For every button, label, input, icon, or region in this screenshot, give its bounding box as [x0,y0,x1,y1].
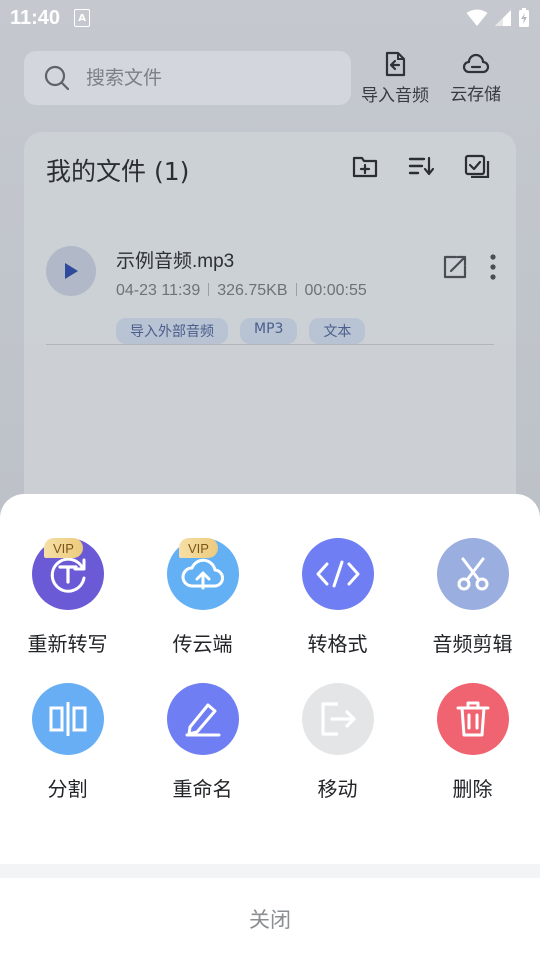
file-actions [442,254,496,280]
file-date: 04-23 11:39 [116,282,201,299]
option-label: 重命名 [172,777,233,801]
status-bar: 11:40 A [0,0,540,36]
option-retranscribe[interactable]: VIP 重新转写 [0,538,135,657]
file-meta: 04-23 11:39 326.75KB 00:00:55 [116,282,367,300]
file-tag: 文本 [309,318,366,344]
move-icon [320,702,356,736]
rename-circle [166,683,239,755]
option-label: 音频剪辑 [432,632,513,656]
file-name: 示例音频.mp3 [116,251,235,272]
close-button[interactable]: 关闭 [0,878,540,960]
cloud-upload-icon [181,558,224,590]
file-size: 326.75KB [217,282,288,299]
sort-icon[interactable] [408,154,434,178]
options-grid: VIP 重新转写 VIP 传云端 转格式 音频剪辑 分割 重命名 移动 删除 [0,538,540,802]
convert-format-circle [301,538,374,610]
divider [46,344,494,345]
option-convert-format[interactable]: 转格式 [270,538,405,657]
share-icon[interactable] [442,254,468,280]
option-label: 分割 [47,777,88,801]
notification-icon: A [74,9,91,27]
file-options-sheet: VIP 重新转写 VIP 传云端 转格式 音频剪辑 分割 重命名 移动 删除 关… [0,494,540,960]
cloud-icon [462,53,489,73]
option-audio-edit[interactable]: 音频剪辑 [405,538,540,657]
wifi-icon [466,9,488,26]
pencil-icon [185,703,220,737]
file-tags: 导入外部音频 MP3 文本 [116,318,366,344]
file-tag: MP3 [240,318,298,344]
option-label: 转格式 [307,632,368,656]
option-label: 删除 [452,777,493,801]
trash-icon [456,701,489,737]
my-files-card: 我的文件 (1) 示例音频.mp3 04-23 11:39 326.75KB 00:… [24,132,516,552]
battery-charging-icon [519,8,529,27]
split-circle [31,683,104,755]
search-box[interactable] [24,51,351,105]
option-split[interactable]: 分割 [0,683,135,802]
vip-badge: VIP [179,538,218,558]
more-icon[interactable] [490,254,496,280]
option-label: 移动 [317,777,358,801]
import-audio-button[interactable]: 导入音频 [355,51,436,106]
status-time: 11:40 [10,6,61,29]
import-audio-label: 导入音频 [361,85,430,106]
import-file-icon [385,51,406,76]
cloud-storage-label: 云存储 [450,84,502,105]
search-input[interactable] [84,66,308,90]
search-icon [44,65,70,91]
new-folder-icon[interactable] [352,154,378,178]
option-upload-cloud[interactable]: VIP 传云端 [135,538,270,657]
move-circle [301,683,374,755]
search-row: 导入音频 云存储 [24,50,516,106]
option-move[interactable]: 移动 [270,683,405,802]
option-delete[interactable]: 删除 [405,683,540,802]
file-tag: 导入外部音频 [116,318,228,344]
delete-circle [436,683,509,755]
option-label: 重新转写 [27,632,108,656]
code-icon [316,560,359,588]
card-toolbar [352,154,490,178]
audio-edit-circle [436,538,509,610]
play-icon [65,263,78,279]
signal-icon [495,10,511,26]
play-button[interactable] [46,246,96,296]
scissors-icon [457,557,488,591]
option-label: 传云端 [172,632,233,656]
sheet-separator [0,864,540,878]
cloud-storage-button[interactable]: 云存储 [435,52,516,105]
vip-badge: VIP [44,538,83,558]
split-icon [49,702,86,736]
file-duration: 00:00:55 [304,282,367,299]
my-files-title: 我的文件 (1) [46,157,190,186]
multi-select-icon[interactable] [464,154,490,178]
option-rename[interactable]: 重命名 [135,683,270,802]
